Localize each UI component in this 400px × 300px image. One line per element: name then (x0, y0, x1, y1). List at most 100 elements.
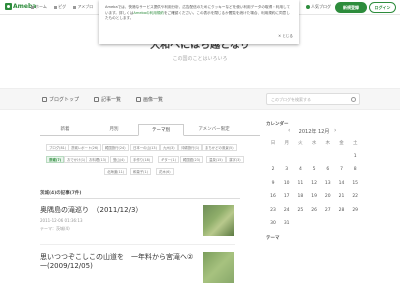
entry-thumbnail[interactable] (203, 252, 234, 283)
cookie-close-button[interactable]: ✕ とじる (278, 34, 293, 40)
calendar-day[interactable]: 17 (280, 194, 294, 199)
home-icon (31, 5, 34, 9)
person-icon (306, 5, 310, 9)
calendar-day[interactable]: 14 (335, 181, 349, 186)
login-button[interactable]: ログイン (369, 2, 396, 13)
theme-chip[interactable]: まちかどの風景(5) (202, 144, 237, 151)
calendar-day[interactable]: 11 (293, 181, 307, 186)
image-list-icon (136, 97, 141, 102)
theme-chip[interactable]: 和菓子(1) (130, 168, 151, 175)
calendar-day[interactable]: 10 (280, 181, 294, 186)
calendar-day[interactable]: 28 (335, 208, 349, 213)
blog-top-icon (42, 97, 47, 102)
tab-theme[interactable]: テーマ別 (138, 124, 184, 136)
calendar-day[interactable]: 25 (293, 208, 307, 213)
blog-navbar: ブログトップ 記事一覧 画像一覧 このブログを検索する (0, 88, 400, 110)
calendar-day[interactable]: 22 (348, 194, 362, 199)
calendar-day[interactable]: 23 (266, 208, 280, 213)
calendar-day[interactable]: 7 (335, 167, 349, 172)
theme-chip[interactable]: ブログ(81) (46, 144, 70, 151)
calendar-label: カレンダー (266, 122, 289, 127)
divider (40, 244, 235, 245)
calendar-day[interactable]: 30 (266, 221, 280, 226)
entry-tabs: 新着 月別 テーマ別 アメンバー限定 (40, 124, 260, 136)
tab-amember[interactable]: アメンバー限定 (186, 124, 242, 136)
calendar-day[interactable]: 24 (280, 208, 294, 213)
calendar-weekday: 月 (284, 141, 289, 146)
calendar-weekday: 日 (270, 141, 276, 146)
entry-theme[interactable]: テーマ：茨城(4) (40, 226, 70, 232)
theme-chip[interactable]: 手作り(18) (130, 156, 154, 163)
theme-chip[interactable]: 温泉(15) (206, 156, 226, 163)
search-icon[interactable] (351, 97, 356, 102)
theme-chip[interactable]: おでかけ(1) (64, 156, 89, 163)
entry-thumbnail[interactable] (203, 205, 234, 236)
theme-chip[interactable]: 茨城レポート(26) (68, 144, 102, 151)
cookie-notice: Amebaでは、快適なサービス提供や利用分析、広告配信のためにクッキーなどを使い… (99, 0, 299, 44)
theme-chip[interactable]: 沖縄旅行(1) (178, 144, 203, 151)
pigg-icon (54, 5, 58, 9)
nav-blog-top[interactable]: ブログトップ (42, 96, 79, 103)
nav-home[interactable]: ホーム (31, 4, 47, 9)
calendar-weekday: 水 (311, 141, 317, 146)
calendar-day[interactable]: 5 (307, 167, 321, 172)
blog-icon (73, 5, 77, 9)
theme-chip[interactable]: お料理(13) (86, 156, 110, 163)
blog-search-input[interactable]: このブログを検索する (266, 93, 360, 105)
nav-entry-list[interactable]: 記事一覧 (94, 96, 121, 103)
theme-chip[interactable]: 九州(3) (160, 144, 178, 151)
divider (40, 198, 240, 199)
calendar-day[interactable]: 3 (280, 167, 294, 172)
nav-image-list[interactable]: 画像一覧 (136, 96, 163, 103)
theme-chip[interactable]: 漢字(3) (226, 156, 244, 163)
terms-link[interactable]: Amebaの利用規約 (133, 11, 164, 15)
nav-pigg[interactable]: ピグ (54, 4, 66, 9)
calendar-day[interactable]: 31 (280, 221, 294, 226)
calendar-day[interactable]: 29 (348, 208, 362, 213)
calendar-weekday: 木 (325, 141, 331, 146)
theme-chip[interactable]: ギター(1) (158, 156, 179, 163)
theme-chip[interactable]: 日本一の山(13) (130, 144, 160, 151)
calendar-next-icon[interactable]: › (334, 127, 336, 134)
calendar-day[interactable]: 1 (348, 154, 362, 159)
entry-date: 2011-12-06 01:36:13 (40, 218, 83, 223)
theme-label: テーマ (266, 236, 280, 241)
calendar-day[interactable]: 2 (266, 167, 280, 172)
calendar-month: 2012年 12月 (298, 129, 330, 135)
calendar-day[interactable]: 21 (335, 194, 349, 199)
calendar-day[interactable]: 4 (293, 167, 307, 172)
tab-monthly[interactable]: 月別 (90, 124, 138, 136)
entry-list-icon (94, 97, 99, 102)
blog-subtitle: この国のことはいろいろ (172, 56, 228, 62)
calendar-day[interactable]: 6 (321, 167, 335, 172)
theme-chip-active[interactable]: 茨城(7) (46, 156, 65, 163)
theme-chip[interactable]: 花木(6) (156, 168, 174, 175)
top-nav: ホーム ピグ アメブロ (31, 4, 99, 10)
entry-title[interactable]: 奥隅島の滝巡り （2011/12/3） (40, 205, 142, 215)
calendar-day[interactable]: 18 (293, 194, 307, 199)
calendar-day[interactable]: 20 (321, 194, 335, 199)
nav-ameblo[interactable]: アメブロ (73, 4, 93, 9)
popular-blog-link[interactable]: 人気ブログ (306, 4, 331, 10)
calendar-weekday: 金 (339, 141, 344, 146)
calendar-day[interactable]: 16 (266, 194, 280, 199)
calendar-day[interactable]: 8 (348, 167, 362, 172)
calendar-weekday: 火 (298, 141, 303, 146)
calendar-day[interactable]: 27 (321, 208, 335, 213)
theme-chip[interactable]: 登山(4) (110, 156, 128, 163)
calendar-day[interactable]: 12 (307, 181, 321, 186)
theme-chip[interactable]: 北海道(11) (104, 168, 128, 175)
tab-new[interactable]: 新着 (40, 124, 90, 136)
ameba-logo-icon (5, 3, 12, 10)
register-button[interactable]: 新規登録 (335, 2, 367, 13)
calendar-day[interactable]: 9 (266, 181, 280, 186)
calendar-day[interactable]: 26 (307, 208, 321, 213)
theme-chip[interactable]: 韓国語(23) (180, 156, 204, 163)
calendar-day[interactable]: 13 (321, 181, 335, 186)
calendar-day[interactable]: 15 (348, 181, 362, 186)
section-title: 茨城(4)の記事(7件) (40, 191, 82, 196)
entry-title[interactable]: 思いつつぞこしこの山道を 一年料から宮滝へ②一(2009/12/05) (40, 253, 200, 271)
calendar-weekday: 土 (352, 141, 358, 146)
calendar-day[interactable]: 19 (307, 194, 321, 199)
theme-chip[interactable]: 韓国旅行(24) (102, 144, 129, 151)
